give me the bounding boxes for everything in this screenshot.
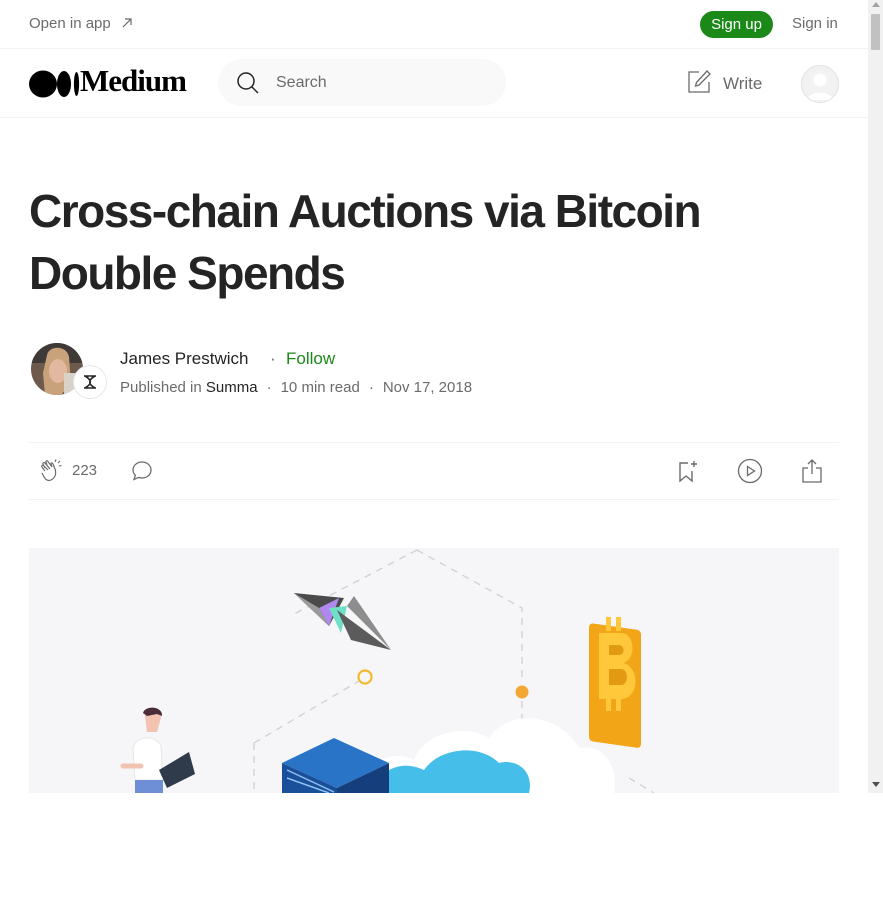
sign-in-link[interactable]: Sign in <box>792 15 838 32</box>
read-time: 10 min read <box>280 379 360 396</box>
search-box[interactable] <box>218 59 506 106</box>
write-label: Write <box>723 74 763 93</box>
scroll-up-arrow-icon[interactable] <box>872 2 880 7</box>
publication-link[interactable]: Summa <box>206 379 258 396</box>
crosschain-illustration <box>29 548 839 793</box>
share-icon[interactable] <box>800 458 824 484</box>
sign-up-button[interactable]: Sign up <box>700 11 773 38</box>
page-viewport: Open in app Sign up Sign in Medium Searc… <box>0 0 868 793</box>
article-action-bar: 223 <box>29 442 839 500</box>
logo-wordmark: Medium <box>80 63 187 98</box>
bookmark-icon[interactable] <box>675 459 699 483</box>
user-placeholder-icon <box>802 66 838 102</box>
search-input[interactable] <box>274 72 478 94</box>
article-title: Cross-chain Auctions via Bitcoin Double … <box>29 185 702 299</box>
publish-date: Nov 17, 2018 <box>382 379 473 396</box>
vertical-scrollbar[interactable] <box>868 0 883 793</box>
clap-count: 223 <box>72 462 98 479</box>
avatar[interactable] <box>801 65 839 103</box>
follow-button[interactable]: Follow <box>286 349 335 369</box>
comment-icon[interactable] <box>130 459 154 483</box>
medium-logo[interactable]: Medium <box>29 63 199 99</box>
search-icon <box>237 72 259 94</box>
write-icon <box>688 70 711 93</box>
hero-image <box>29 548 839 793</box>
separator-dot: · <box>266 379 272 396</box>
clap-icon[interactable] <box>39 458 65 484</box>
top-app-bar: Open in app Sign up Sign in <box>0 0 868 49</box>
separator-dot: · <box>368 379 374 396</box>
published-in-label: Published in <box>120 379 202 396</box>
publication-avatar[interactable] <box>74 366 106 398</box>
summa-logo-icon <box>76 368 104 396</box>
author-name[interactable]: James Prestwich <box>120 349 248 369</box>
article-meta: Published in Summa · 10 min read · Nov 17, 2… <box>120 379 472 396</box>
scroll-down-arrow-icon[interactable] <box>872 782 880 787</box>
scrollbar-thumb[interactable] <box>871 14 880 50</box>
arrow-up-right-icon <box>122 18 132 28</box>
open-in-app-link[interactable]: Open in app <box>29 15 111 32</box>
listen-icon[interactable] <box>737 458 763 484</box>
main-navbar: Medium Write <box>0 49 868 118</box>
separator-dot: · <box>270 349 276 368</box>
